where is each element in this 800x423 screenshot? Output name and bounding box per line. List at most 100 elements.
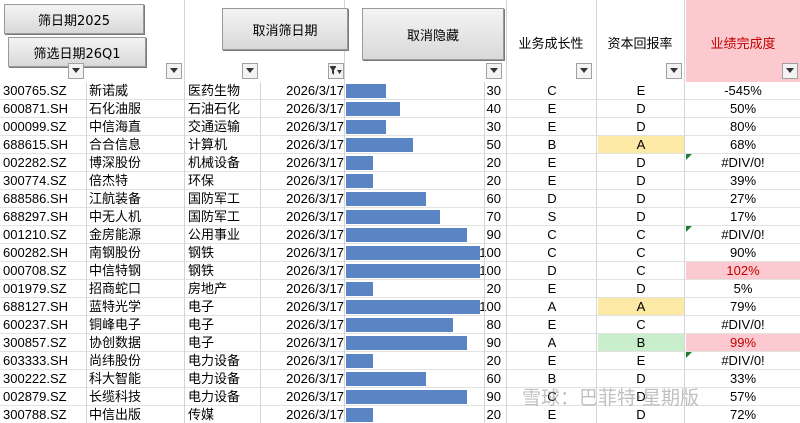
cell-roe[interactable]: C: [598, 316, 684, 333]
cell-growth[interactable]: E: [508, 316, 596, 333]
table-row[interactable]: 688615.SH 合合信息 计算机 2026/3/17 50 B A 68%: [0, 136, 800, 154]
cell-performance[interactable]: 99%: [686, 334, 800, 351]
table-row[interactable]: 000708.SZ 中信特钢 钢铁 2026/3/17 100 D C 102%: [0, 262, 800, 280]
cell-performance[interactable]: 33%: [686, 370, 800, 387]
cell-growth[interactable]: E: [508, 100, 596, 117]
cell-industry[interactable]: 石油石化: [188, 100, 258, 117]
table-row[interactable]: 688127.SH 蓝特光学 电子 2026/3/17 100 A A 79%: [0, 298, 800, 316]
cell-performance[interactable]: 57%: [686, 388, 800, 405]
table-row[interactable]: 001979.SZ 招商蛇口 房地产 2026/3/17 20 E D 5%: [0, 280, 800, 298]
cell-score[interactable]: 20: [440, 172, 501, 189]
cell-score[interactable]: 100: [440, 262, 501, 279]
table-row[interactable]: 688586.SH 江航装备 国防军工 2026/3/17 60 D D 27%: [0, 190, 800, 208]
cell-date[interactable]: 2026/3/17: [262, 208, 344, 225]
cell-date[interactable]: 2026/3/17: [262, 172, 344, 189]
cell-roe[interactable]: A: [598, 136, 684, 153]
cell-stock-code[interactable]: 300857.SZ: [3, 334, 85, 351]
cell-score[interactable]: 80: [440, 316, 501, 333]
filter-dropdown-date-active[interactable]: [328, 63, 344, 79]
cell-stock-code[interactable]: 688615.SH: [3, 136, 85, 153]
cell-performance[interactable]: 102%: [686, 262, 800, 279]
table-row[interactable]: 300857.SZ 协创数据 电子 2026/3/17 90 A B 99%: [0, 334, 800, 352]
cell-date[interactable]: 2026/3/17: [262, 280, 344, 297]
cell-industry[interactable]: 国防军工: [188, 190, 258, 207]
cell-growth[interactable]: B: [508, 136, 596, 153]
cell-industry[interactable]: 国防军工: [188, 208, 258, 225]
cell-industry[interactable]: 机械设备: [188, 154, 258, 171]
cell-performance[interactable]: 50%: [686, 100, 800, 117]
cell-stock-code[interactable]: 688297.SH: [3, 208, 85, 225]
cell-industry[interactable]: 钢铁: [188, 262, 258, 279]
table-row[interactable]: 300765.SZ 新诺威 医药生物 2026/3/17 30 C E -545%: [0, 82, 800, 100]
cell-stock-name[interactable]: 金房能源: [89, 226, 184, 243]
cell-stock-name[interactable]: 协创数据: [89, 334, 184, 351]
cell-date[interactable]: 2026/3/17: [262, 244, 344, 261]
cell-stock-name[interactable]: 南钢股份: [89, 244, 184, 261]
cell-stock-name[interactable]: 铜峰电子: [89, 316, 184, 333]
filter-dropdown-performance[interactable]: [782, 63, 798, 79]
cell-date[interactable]: 2026/3/17: [262, 352, 344, 369]
cell-stock-name[interactable]: 科大智能: [89, 370, 184, 387]
cell-score[interactable]: 90: [440, 334, 501, 351]
cell-stock-code[interactable]: 600871.SH: [3, 100, 85, 117]
cell-growth[interactable]: D: [508, 190, 596, 207]
cell-score[interactable]: 70: [440, 208, 501, 225]
filter-dropdown-roe[interactable]: [666, 63, 682, 79]
cell-growth[interactable]: E: [508, 280, 596, 297]
cell-performance[interactable]: 80%: [686, 118, 800, 135]
cell-score[interactable]: 100: [440, 298, 501, 315]
cell-industry[interactable]: 医药生物: [188, 82, 258, 99]
cell-performance[interactable]: #DIV/0!: [686, 316, 800, 333]
cancel-filter-date-button[interactable]: 取消筛日期: [222, 8, 348, 50]
cell-roe[interactable]: D: [598, 118, 684, 135]
cell-industry[interactable]: 电子: [188, 334, 258, 351]
cell-stock-name[interactable]: 新诺威: [89, 82, 184, 99]
cell-industry[interactable]: 交通运输: [188, 118, 258, 135]
table-row[interactable]: 600237.SH 铜峰电子 电子 2026/3/17 80 E C #DIV/0!: [0, 316, 800, 334]
filter-date-2025-button[interactable]: 筛日期2025: [4, 4, 144, 34]
cell-stock-code[interactable]: 300774.SZ: [3, 172, 85, 189]
cell-score[interactable]: 20: [440, 280, 501, 297]
cell-growth[interactable]: D: [508, 262, 596, 279]
cell-stock-name[interactable]: 中信出版: [89, 406, 184, 423]
cell-stock-name[interactable]: 江航装备: [89, 190, 184, 207]
cell-industry[interactable]: 电力设备: [188, 370, 258, 387]
cell-roe[interactable]: B: [598, 334, 684, 351]
cell-roe[interactable]: C: [598, 226, 684, 243]
cell-date[interactable]: 2026/3/17: [262, 136, 344, 153]
cell-growth[interactable]: S: [508, 208, 596, 225]
cell-stock-code[interactable]: 300788.SZ: [3, 406, 85, 423]
cell-score[interactable]: 30: [440, 118, 501, 135]
cell-industry[interactable]: 传媒: [188, 406, 258, 423]
cell-stock-name[interactable]: 博深股份: [89, 154, 184, 171]
cell-stock-name[interactable]: 招商蛇口: [89, 280, 184, 297]
filter-dropdown-growth[interactable]: [576, 63, 592, 79]
cell-date[interactable]: 2026/3/17: [262, 298, 344, 315]
cell-stock-code[interactable]: 600237.SH: [3, 316, 85, 333]
cell-stock-code[interactable]: 002879.SZ: [3, 388, 85, 405]
cell-date[interactable]: 2026/3/17: [262, 154, 344, 171]
cell-roe[interactable]: E: [598, 352, 684, 369]
table-row[interactable]: 000099.SZ 中信海直 交通运输 2026/3/17 30 E D 80%: [0, 118, 800, 136]
table-row[interactable]: 603333.SH 尚纬股份 电力设备 2026/3/17 20 E E #DIV/0!: [0, 352, 800, 370]
cell-performance[interactable]: 17%: [686, 208, 800, 225]
cell-stock-name[interactable]: 倍杰特: [89, 172, 184, 189]
cell-performance[interactable]: 5%: [686, 280, 800, 297]
cell-growth[interactable]: C: [508, 82, 596, 99]
cell-score[interactable]: 20: [440, 154, 501, 171]
cell-date[interactable]: 2026/3/17: [262, 334, 344, 351]
cell-date[interactable]: 2026/3/17: [262, 406, 344, 423]
cell-score[interactable]: 50: [440, 136, 501, 153]
cell-growth[interactable]: E: [508, 352, 596, 369]
cell-industry[interactable]: 电子: [188, 298, 258, 315]
cell-score[interactable]: 20: [440, 406, 501, 423]
filter-dropdown-name[interactable]: [166, 63, 182, 79]
cell-score[interactable]: 100: [440, 244, 501, 261]
cell-stock-code[interactable]: 000708.SZ: [3, 262, 85, 279]
table-row[interactable]: 600871.SH 石化油服 石油石化 2026/3/17 40 E D 50%: [0, 100, 800, 118]
cell-stock-code[interactable]: 002282.SZ: [3, 154, 85, 171]
cell-performance[interactable]: #DIV/0!: [686, 352, 800, 369]
cell-industry[interactable]: 电力设备: [188, 352, 258, 369]
cell-date[interactable]: 2026/3/17: [262, 370, 344, 387]
cell-stock-code[interactable]: 001210.SZ: [3, 226, 85, 243]
